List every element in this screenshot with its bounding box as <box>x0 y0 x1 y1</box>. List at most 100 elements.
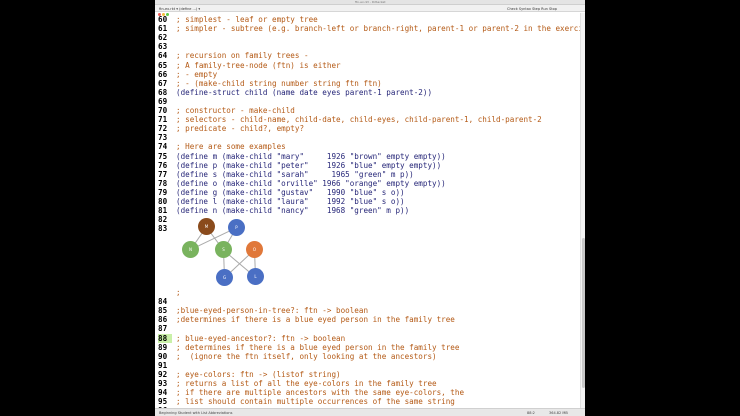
line-number: 63 <box>158 42 168 52</box>
code-line[interactable]: 92 ; eye-colors: ftn -> (listof string) <box>155 370 580 379</box>
code-line[interactable]: 86 ;determines if there is a blue eyed pe… <box>155 315 580 324</box>
code-line[interactable]: 71 ; selectors - child-name, child-date, … <box>155 115 580 124</box>
line-number: 94 <box>158 388 168 398</box>
family-tree-image: MP NSOGL <box>176 215 286 305</box>
toolbar: ftn-ex.rkt ▾ (define ...) ▾ Check Syntax… <box>155 5 585 12</box>
code-line[interactable]: 78 (define o (make-child "orville" 1966 "… <box>155 179 580 188</box>
line-number: 84 <box>158 297 168 307</box>
code-line[interactable]: 95 ; list should contain multiple occurre… <box>155 397 580 406</box>
code-line[interactable]: 73 <box>155 133 580 142</box>
code-text: (define-struct child (name date eyes par… <box>176 87 433 97</box>
code-line[interactable]: 65 ; A family-tree-node (ftn) is either <box>155 61 580 70</box>
code-text: ; blue-eyed-ancestor?: ftn -> boolean <box>176 333 346 343</box>
code-line[interactable]: 63 <box>155 42 580 51</box>
code-text: ;blue-eyed-person-in-tree?: ftn -> boole… <box>176 306 369 316</box>
line-number: 80 <box>158 197 168 206</box>
memory-usage: 364.82 MB <box>549 411 568 415</box>
code-line[interactable]: 89 ; determines if there is a blue eyed p… <box>155 343 580 352</box>
tree-node: S <box>215 241 232 258</box>
code-line[interactable]: 62 <box>155 33 580 42</box>
code-line[interactable]: 88 ; blue-eyed-ancestor?: ftn -> boolean <box>155 333 580 343</box>
code-line[interactable]: 90 ; (ignore the ftn itself, only looking… <box>155 352 580 361</box>
code-text: ; constructor - make-child <box>176 106 295 115</box>
language-label[interactable]: Beginning Student with List Abbreviation… <box>159 411 232 415</box>
tree-node: P <box>228 219 245 236</box>
line-number: 91 <box>158 360 168 370</box>
code-line[interactable]: 60 ; simplest - leaf or empty tree <box>155 15 580 24</box>
code-line[interactable]: 79 (define g (make-child "gustav" 1990 "b… <box>155 188 580 197</box>
line-number: 95 <box>158 397 168 407</box>
run-controls[interactable]: Check Syntax Step Run Stop <box>507 7 557 11</box>
line-number: 71 <box>158 115 168 125</box>
code-line[interactable]: 64 ; recursion on family trees - <box>155 51 580 60</box>
code-text: (define o (make-child "orville" 1966 "or… <box>176 178 446 188</box>
code-text: ; if there are multiple ancestors with t… <box>176 388 465 398</box>
line-number: 68 <box>158 87 168 97</box>
line-number: 78 <box>158 178 168 188</box>
code-line[interactable]: 66 ; - empty <box>155 70 580 79</box>
code-line[interactable]: 72 ; predicate - child?, empty? <box>155 124 580 133</box>
code-line[interactable]: 94 ; if there are multiple ancestors with… <box>155 388 580 397</box>
line-number: 72 <box>158 124 168 134</box>
code-text: ; - (make-child string number string ftn… <box>176 78 382 88</box>
line-number: 83 <box>158 224 168 234</box>
code-line[interactable]: 91 <box>155 361 580 370</box>
code-text: (define p (make-child "peter" 1926 "blue… <box>176 160 442 170</box>
code-text: ; recursion on family trees - <box>176 51 309 61</box>
code-line[interactable]: 61 ; simpler - subtree (e.g. branch-left … <box>155 24 585 34</box>
line-number: 88 <box>158 333 172 343</box>
code-text: (define l (make-child "laura" 1992 "blue… <box>176 197 405 206</box>
code-line[interactable]: 68 (define-struct child (name date eyes p… <box>155 88 580 97</box>
line-number: 67 <box>158 78 168 88</box>
line-number: 70 <box>158 106 168 115</box>
line-number: 93 <box>158 379 168 388</box>
code-line[interactable]: 74 ; Here are some examples <box>155 142 580 151</box>
drracket-window: ftn-ex.rkt - DrRacket ftn-ex.rkt ▾ (defi… <box>155 0 585 416</box>
line-number: 62 <box>158 33 168 43</box>
line-number: 75 <box>158 151 168 161</box>
line-number: 85 <box>158 306 168 316</box>
tree-node: O <box>246 241 263 258</box>
code-text: ; simpler - subtree (e.g. branch-left or… <box>176 24 585 34</box>
code-text: ; simplest - leaf or empty tree <box>176 15 318 24</box>
status-bar: Beginning Student with List Abbreviation… <box>155 408 585 416</box>
definitions-editor[interactable]: 60 ; simplest - leaf or empty tree 61 ; sim… <box>155 13 585 415</box>
code-line[interactable]: 80 (define l (make-child "laura" 1992 "bl… <box>155 197 580 206</box>
line-number: 64 <box>158 51 168 61</box>
code-line[interactable]: 69 <box>155 97 580 106</box>
code-text: ; returns a list of all the eye-colors i… <box>176 379 437 388</box>
line-number: 73 <box>158 133 168 143</box>
line-number: 66 <box>158 69 168 79</box>
code-line[interactable]: 93 ; returns a list of all the eye-colors… <box>155 379 580 388</box>
tree-node: L <box>247 268 264 285</box>
code-text: ;determines if there is a blue eyed pers… <box>176 315 455 325</box>
code-text: ; predicate - child?, empty? <box>176 124 305 134</box>
code-line[interactable]: 85 ;blue-eyed-person-in-tree?: ftn -> boo… <box>155 306 580 315</box>
editor-scrollbar[interactable] <box>580 13 585 408</box>
code-line[interactable]: 77 (define s (make-child "sarah" 1965 "gr… <box>155 170 580 179</box>
code-text: ; selectors - child-name, child-date, ch… <box>176 115 542 125</box>
line-number: 86 <box>158 315 168 325</box>
line-number: 61 <box>158 24 168 34</box>
scrollbar-thumb[interactable] <box>582 238 585 388</box>
code-line[interactable]: 81 (define n (make-child "nancy" 1968 "gr… <box>155 206 580 215</box>
code-text: ; list should contain multiple occurrenc… <box>176 397 455 407</box>
line-number: 65 <box>158 60 168 70</box>
line-number: 60 <box>158 15 168 24</box>
tree-node: G <box>216 269 233 286</box>
code-line[interactable]: 87 <box>155 324 580 333</box>
line-number: 89 <box>158 342 168 352</box>
code-text: ; - empty <box>176 69 218 79</box>
code-line[interactable]: 76 (define p (make-child "peter" 1926 "bl… <box>155 161 580 170</box>
line-number: 81 <box>158 206 168 216</box>
definitions-menu[interactable]: ftn-ex.rkt ▾ (define ...) ▾ <box>159 7 200 11</box>
line-number: 90 <box>158 351 168 361</box>
code-line[interactable]: 67 ; - (make-child string number string f… <box>155 79 580 88</box>
code-text: ; (ignore the ftn itself, only looking a… <box>176 351 437 361</box>
code-line[interactable]: 75 (define m (make-child "mary" 1926 "bro… <box>155 152 580 161</box>
window-title: ftn-ex.rkt - DrRacket <box>355 0 386 4</box>
line-number: 87 <box>158 324 168 334</box>
code-text: (define s (make-child "sarah" 1965 "gree… <box>176 169 414 179</box>
line-number: 76 <box>158 160 168 170</box>
code-line[interactable]: 70 ; constructor - make-child <box>155 106 580 115</box>
